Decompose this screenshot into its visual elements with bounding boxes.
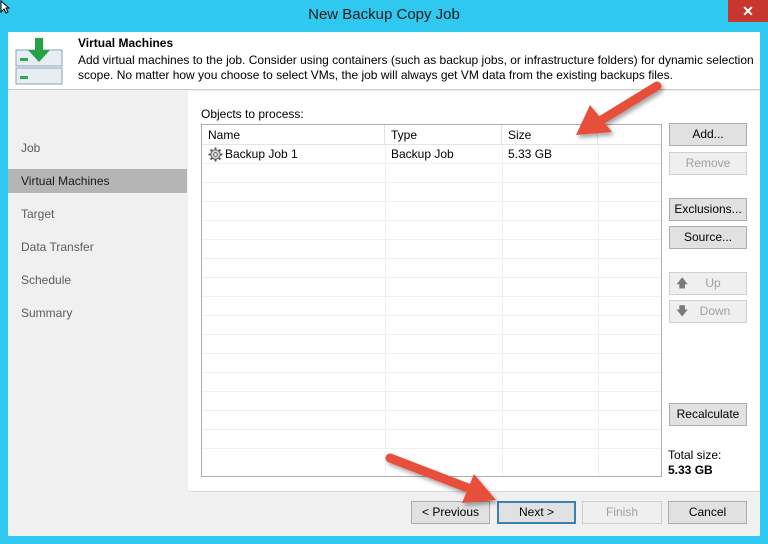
empty-row bbox=[202, 392, 661, 411]
footer-divider bbox=[188, 491, 760, 492]
step-summary[interactable]: Summary bbox=[8, 301, 187, 325]
objects-to-process-label: Objects to process: bbox=[201, 107, 304, 121]
finish-button[interactable]: Finish bbox=[582, 501, 662, 524]
empty-row bbox=[202, 316, 661, 335]
total-size-label: Total size: bbox=[668, 448, 722, 462]
column-header-type[interactable]: Type bbox=[385, 125, 502, 145]
empty-row bbox=[202, 202, 661, 221]
dialog-client: Virtual Machines Add virtual machines to… bbox=[8, 32, 760, 536]
empty-row bbox=[202, 411, 661, 430]
empty-row bbox=[202, 183, 661, 202]
source-button[interactable]: Source... bbox=[669, 226, 747, 249]
up-button[interactable]: 🡅 Up bbox=[669, 272, 747, 295]
step-schedule[interactable]: Schedule bbox=[8, 268, 187, 292]
step-virtual-machines[interactable]: Virtual Machines bbox=[8, 169, 187, 193]
step-target[interactable]: Target bbox=[8, 202, 187, 226]
row-type: Backup Job bbox=[391, 147, 454, 161]
empty-row bbox=[202, 240, 661, 259]
gear-icon bbox=[208, 147, 223, 162]
empty-row bbox=[202, 278, 661, 297]
empty-row bbox=[202, 373, 661, 392]
empty-row bbox=[202, 221, 661, 240]
next-button[interactable]: Next > bbox=[497, 501, 576, 524]
down-label: Down bbox=[699, 304, 731, 318]
arrow-down-icon: 🡇 bbox=[676, 304, 689, 318]
dialog-window: New Backup Copy Job ✕ Virtual Machines A… bbox=[0, 0, 768, 544]
column-header-size[interactable]: Size bbox=[502, 125, 598, 145]
window-title: New Backup Copy Job bbox=[308, 6, 460, 23]
step-data-transfer[interactable]: Data Transfer bbox=[8, 235, 187, 259]
page-title: Virtual Machines bbox=[78, 36, 174, 50]
empty-row bbox=[202, 297, 661, 316]
step-job[interactable]: Job bbox=[8, 136, 187, 160]
empty-row bbox=[202, 354, 661, 373]
up-label: Up bbox=[705, 276, 721, 290]
virtual-machines-icon bbox=[15, 38, 63, 85]
arrow-up-icon: 🡅 bbox=[676, 276, 689, 290]
down-button[interactable]: 🡇 Down bbox=[669, 300, 747, 323]
close-button[interactable]: ✕ bbox=[728, 0, 768, 22]
total-size-value: 5.33 GB bbox=[668, 463, 713, 477]
recalculate-button[interactable]: Recalculate bbox=[669, 403, 747, 426]
row-name: Backup Job 1 bbox=[225, 147, 298, 161]
row-size: 5.33 GB bbox=[508, 147, 553, 161]
cancel-button[interactable]: Cancel bbox=[668, 501, 747, 524]
objects-list[interactable]: Name Type Size Backup Job 1 Backup Job 5… bbox=[201, 124, 662, 477]
column-header-name[interactable]: Name bbox=[202, 125, 385, 145]
empty-row bbox=[202, 335, 661, 354]
wizard-header: Virtual Machines Add virtual machines to… bbox=[8, 32, 760, 90]
page-description: Add virtual machines to the job. Conside… bbox=[78, 53, 754, 82]
title-bar[interactable]: New Backup Copy Job ✕ bbox=[0, 0, 768, 32]
wizard-steps: Job Virtual Machines Target Data Transfe… bbox=[8, 91, 188, 536]
exclusions-button[interactable]: Exclusions... bbox=[669, 198, 747, 221]
empty-row bbox=[202, 259, 661, 278]
list-header: Name Type Size bbox=[202, 125, 661, 145]
add-button[interactable]: Add... bbox=[669, 123, 747, 146]
empty-row bbox=[202, 430, 661, 449]
table-row[interactable]: Backup Job 1 Backup Job 5.33 GB bbox=[202, 145, 661, 164]
previous-button[interactable]: < Previous bbox=[411, 501, 490, 524]
remove-button[interactable]: Remove bbox=[669, 152, 747, 175]
empty-row bbox=[202, 164, 661, 183]
